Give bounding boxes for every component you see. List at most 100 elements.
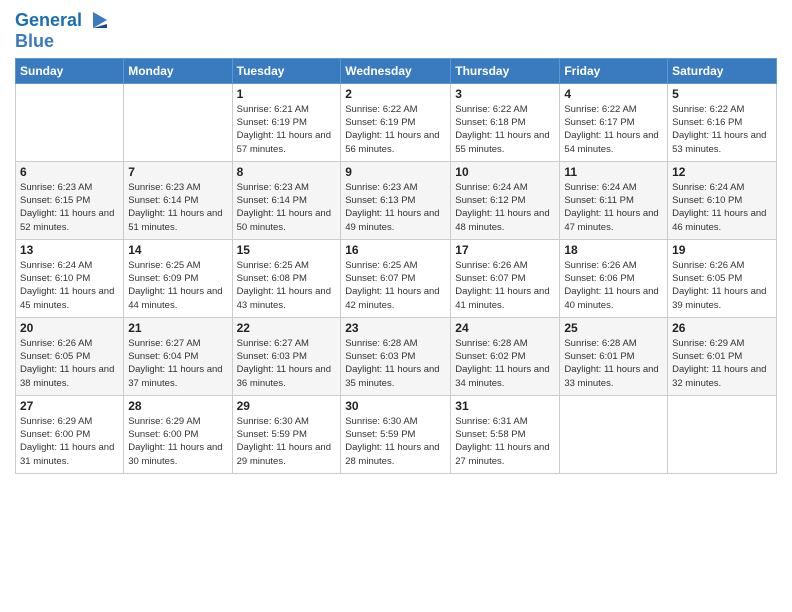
calendar-cell: 5 Sunrise: 6:22 AMSunset: 6:16 PMDaylight…: [668, 83, 777, 161]
day-info: Sunrise: 6:27 AMSunset: 6:04 PMDaylight:…: [128, 337, 227, 390]
calendar-cell: 26 Sunrise: 6:29 AMSunset: 6:01 PMDayligh…: [668, 317, 777, 395]
day-number: 31: [455, 399, 555, 413]
calendar-header: SundayMondayTuesdayWednesdayThursdayFrid…: [16, 58, 777, 83]
day-number: 9: [345, 165, 446, 179]
week-row-1: 6 Sunrise: 6:23 AMSunset: 6:15 PMDaylight…: [16, 161, 777, 239]
day-number: 5: [672, 87, 772, 101]
day-number: 19: [672, 243, 772, 257]
day-info: Sunrise: 6:22 AMSunset: 6:19 PMDaylight:…: [345, 103, 446, 156]
calendar-cell: 10Sunrise: 6:24 AMSunset: 6:12 PMDayligh…: [451, 161, 560, 239]
day-info: Sunrise: 6:23 AMSunset: 6:14 PMDaylight:…: [128, 181, 227, 234]
calendar-body: 1Sunrise: 6:21 AMSunset: 6:19 PMDaylight…: [16, 83, 777, 473]
day-number: 13: [20, 243, 119, 257]
day-info: Sunrise: 6:28 AMSunset: 6:01 PMDaylight:…: [564, 337, 663, 390]
day-info: Sunrise: 6:26 AMSunset: 6:06 PMDaylight:…: [564, 259, 663, 312]
day-number: 18: [564, 243, 663, 257]
calendar-cell: 15 Sunrise: 6:25 AMSunset: 6:08 PMDayligh…: [232, 239, 341, 317]
calendar-cell: 22 Sunrise: 6:27 AMSunset: 6:03 PMDayligh…: [232, 317, 341, 395]
day-number: 21: [128, 321, 227, 335]
calendar-cell: [560, 395, 668, 473]
calendar-table: SundayMondayTuesdayWednesdayThursdayFrid…: [15, 58, 777, 474]
day-number: 12: [672, 165, 772, 179]
day-number: 20: [20, 321, 119, 335]
day-info: Sunrise: 6:23 AMSunset: 6:15 PMDaylight:…: [20, 181, 119, 234]
day-number: 4: [564, 87, 663, 101]
logo: General Blue: [15, 10, 111, 52]
day-info: Sunrise: 6:23 AMSunset: 6:13 PMDaylight:…: [345, 181, 446, 234]
day-info: Sunrise: 6:23 AMSunset: 6:14 PMDaylight:…: [237, 181, 337, 234]
calendar-cell: 3 Sunrise: 6:22 AMSunset: 6:18 PMDaylight…: [451, 83, 560, 161]
calendar-cell: 6 Sunrise: 6:23 AMSunset: 6:15 PMDaylight…: [16, 161, 124, 239]
logo-blue: Blue: [15, 32, 111, 52]
day-number: 23: [345, 321, 446, 335]
day-number: 14: [128, 243, 227, 257]
calendar-cell: 8 Sunrise: 6:23 AMSunset: 6:14 PMDaylight…: [232, 161, 341, 239]
day-info: Sunrise: 6:29 AMSunset: 6:01 PMDaylight:…: [672, 337, 772, 390]
day-info: Sunrise: 6:29 AMSunset: 6:00 PMDaylight:…: [128, 415, 227, 468]
calendar-cell: 28 Sunrise: 6:29 AMSunset: 6:00 PMDayligh…: [124, 395, 232, 473]
calendar-cell: [16, 83, 124, 161]
day-info: Sunrise: 6:25 AMSunset: 6:07 PMDaylight:…: [345, 259, 446, 312]
calendar-cell: 4Sunrise: 6:22 AMSunset: 6:17 PMDaylight…: [560, 83, 668, 161]
calendar-cell: 20 Sunrise: 6:26 AMSunset: 6:05 PMDayligh…: [16, 317, 124, 395]
calendar-cell: 27Sunrise: 6:29 AMSunset: 6:00 PMDayligh…: [16, 395, 124, 473]
day-number: 6: [20, 165, 119, 179]
day-number: 22: [237, 321, 337, 335]
header: General Blue: [15, 10, 777, 52]
day-info: Sunrise: 6:22 AMSunset: 6:18 PMDaylight:…: [455, 103, 555, 156]
day-number: 16: [345, 243, 446, 257]
calendar-cell: 23 Sunrise: 6:28 AMSunset: 6:03 PMDayligh…: [341, 317, 451, 395]
calendar-cell: 12 Sunrise: 6:24 AMSunset: 6:10 PMDayligh…: [668, 161, 777, 239]
day-number: 24: [455, 321, 555, 335]
day-number: 11: [564, 165, 663, 179]
page: General Blue SundayMondayTuesdayWednesda…: [0, 0, 792, 612]
day-info: Sunrise: 6:30 AMSunset: 5:59 PMDaylight:…: [237, 415, 337, 468]
calendar-cell: 19 Sunrise: 6:26 AMSunset: 6:05 PMDayligh…: [668, 239, 777, 317]
calendar-cell: 7 Sunrise: 6:23 AMSunset: 6:14 PMDaylight…: [124, 161, 232, 239]
day-header-row: SundayMondayTuesdayWednesdayThursdayFrid…: [16, 58, 777, 83]
calendar-cell: 25 Sunrise: 6:28 AMSunset: 6:01 PMDayligh…: [560, 317, 668, 395]
day-info: Sunrise: 6:24 AMSunset: 6:10 PMDaylight:…: [672, 181, 772, 234]
calendar-cell: 17Sunrise: 6:26 AMSunset: 6:07 PMDayligh…: [451, 239, 560, 317]
day-number: 2: [345, 87, 446, 101]
day-number: 15: [237, 243, 337, 257]
day-number: 28: [128, 399, 227, 413]
day-info: Sunrise: 6:22 AMSunset: 6:16 PMDaylight:…: [672, 103, 772, 156]
calendar-cell: 30 Sunrise: 6:30 AMSunset: 5:59 PMDayligh…: [341, 395, 451, 473]
calendar-cell: 13 Sunrise: 6:24 AMSunset: 6:10 PMDayligh…: [16, 239, 124, 317]
day-info: Sunrise: 6:24 AMSunset: 6:11 PMDaylight:…: [564, 181, 663, 234]
day-info: Sunrise: 6:26 AMSunset: 6:07 PMDaylight:…: [455, 259, 555, 312]
day-number: 25: [564, 321, 663, 335]
day-of-week-wednesday: Wednesday: [341, 58, 451, 83]
week-row-2: 13 Sunrise: 6:24 AMSunset: 6:10 PMDayligh…: [16, 239, 777, 317]
day-number: 30: [345, 399, 446, 413]
calendar-cell: 9 Sunrise: 6:23 AMSunset: 6:13 PMDaylight…: [341, 161, 451, 239]
day-number: 1: [237, 87, 337, 101]
day-of-week-tuesday: Tuesday: [232, 58, 341, 83]
calendar-cell: [668, 395, 777, 473]
logo-general: General: [15, 10, 82, 30]
day-info: Sunrise: 6:25 AMSunset: 6:08 PMDaylight:…: [237, 259, 337, 312]
day-number: 3: [455, 87, 555, 101]
calendar-cell: 18 Sunrise: 6:26 AMSunset: 6:06 PMDayligh…: [560, 239, 668, 317]
day-info: Sunrise: 6:24 AMSunset: 6:10 PMDaylight:…: [20, 259, 119, 312]
calendar-cell: 14Sunrise: 6:25 AMSunset: 6:09 PMDayligh…: [124, 239, 232, 317]
day-info: Sunrise: 6:26 AMSunset: 6:05 PMDaylight:…: [672, 259, 772, 312]
day-info: Sunrise: 6:30 AMSunset: 5:59 PMDaylight:…: [345, 415, 446, 468]
day-of-week-sunday: Sunday: [16, 58, 124, 83]
day-info: Sunrise: 6:28 AMSunset: 6:03 PMDaylight:…: [345, 337, 446, 390]
day-info: Sunrise: 6:29 AMSunset: 6:00 PMDaylight:…: [20, 415, 119, 468]
day-number: 7: [128, 165, 227, 179]
calendar-cell: [124, 83, 232, 161]
calendar-cell: 21 Sunrise: 6:27 AMSunset: 6:04 PMDayligh…: [124, 317, 232, 395]
day-of-week-thursday: Thursday: [451, 58, 560, 83]
day-info: Sunrise: 6:28 AMSunset: 6:02 PMDaylight:…: [455, 337, 555, 390]
day-number: 8: [237, 165, 337, 179]
day-number: 26: [672, 321, 772, 335]
day-info: Sunrise: 6:26 AMSunset: 6:05 PMDaylight:…: [20, 337, 119, 390]
day-number: 10: [455, 165, 555, 179]
logo-text: General: [15, 10, 111, 32]
day-of-week-friday: Friday: [560, 58, 668, 83]
calendar-cell: 24 Sunrise: 6:28 AMSunset: 6:02 PMDayligh…: [451, 317, 560, 395]
day-info: Sunrise: 6:27 AMSunset: 6:03 PMDaylight:…: [237, 337, 337, 390]
